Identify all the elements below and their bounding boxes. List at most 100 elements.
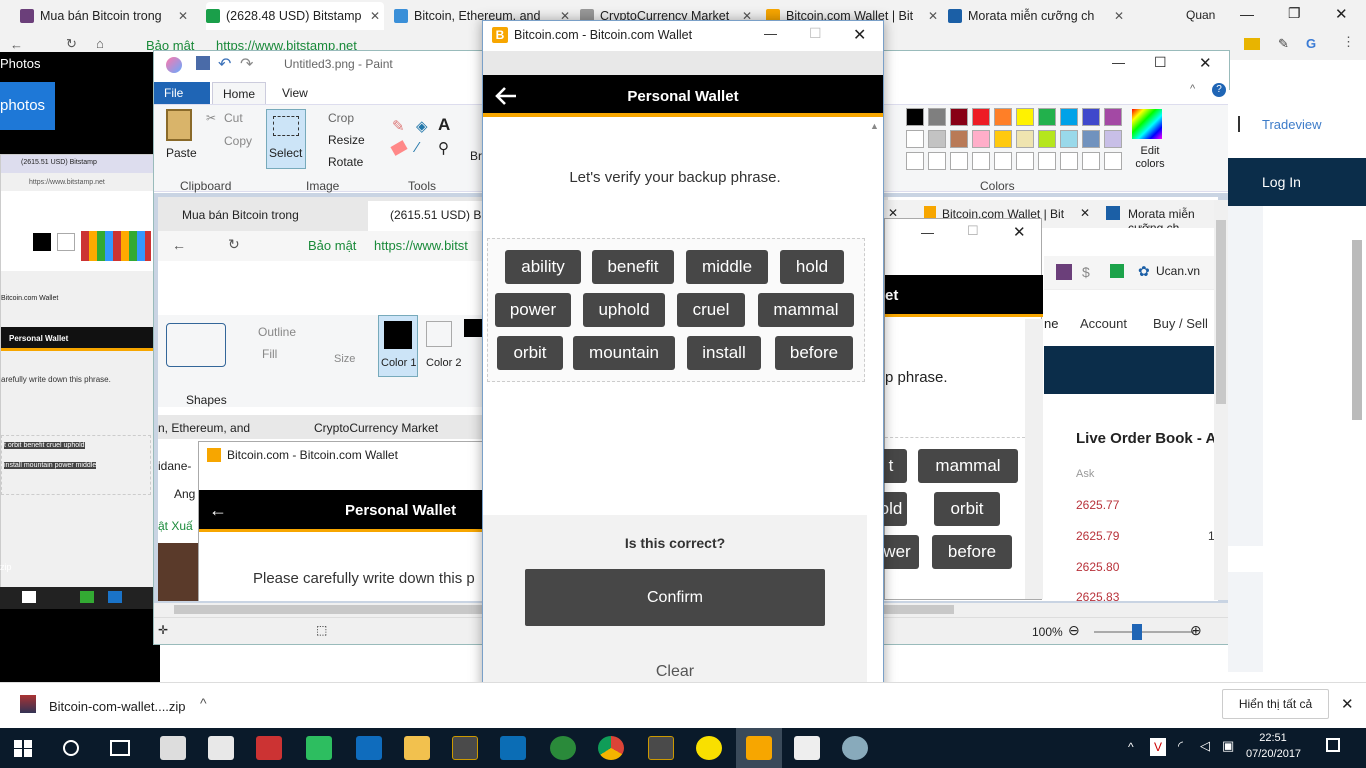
zoom-slider-thumb[interactable]	[1132, 624, 1142, 640]
color-swatch[interactable]	[906, 108, 924, 126]
translate-icon[interactable]: G	[1306, 36, 1316, 51]
close-tab-icon[interactable]: ✕	[178, 9, 188, 23]
color-swatch[interactable]	[972, 130, 990, 148]
bookmark-ucan[interactable]: Ucan.vn	[1156, 264, 1200, 278]
paste-label[interactable]: Paste	[166, 146, 197, 160]
clock-time[interactable]: 22:51	[1250, 732, 1296, 744]
minimize-icon[interactable]: —	[921, 225, 934, 240]
photos-button[interactable]: photos	[0, 82, 55, 130]
color-swatch[interactable]	[906, 152, 924, 170]
back-icon[interactable]: ←	[10, 37, 23, 52]
chevron-up-icon[interactable]: ^	[200, 695, 207, 711]
color-swatch[interactable]	[1038, 130, 1056, 148]
pencil-icon[interactable]: ✎	[392, 117, 405, 135]
kakaotalk-icon[interactable]	[696, 736, 722, 760]
cut-label[interactable]: Cut	[224, 111, 243, 125]
close-tab-icon[interactable]: ✕	[370, 9, 380, 23]
volume-icon[interactable]: ◁	[1200, 738, 1210, 754]
windows-start-icon[interactable]	[14, 740, 32, 757]
maximize-icon[interactable]: ☐	[967, 223, 979, 239]
color-swatch[interactable]	[972, 108, 990, 126]
menu-icon[interactable]: ⋮	[1342, 34, 1355, 50]
color-swatch[interactable]	[1060, 108, 1078, 126]
browser-tab-active[interactable]: (2628.48 USD) Bitstamp ✕	[206, 2, 384, 30]
chevron-up-icon[interactable]: ^	[1128, 740, 1134, 754]
edit-colors-icon[interactable]	[1132, 109, 1162, 139]
resize-label[interactable]: Resize	[328, 133, 365, 147]
close-icon[interactable]: ✕	[1335, 5, 1348, 23]
language-icon[interactable]: ▣	[1222, 738, 1234, 754]
mail-icon[interactable]	[208, 736, 234, 760]
zoom-out-icon[interactable]: ⊖	[1068, 622, 1080, 639]
bookmark-icon[interactable]	[1056, 264, 1072, 280]
word-chip[interactable]: benefit	[592, 250, 674, 284]
zoom-slider[interactable]	[1094, 631, 1194, 633]
eraser-icon[interactable]	[390, 140, 408, 156]
maximize-icon[interactable]: ☐	[809, 25, 822, 42]
color-swatch[interactable]	[1060, 152, 1078, 170]
minimize-icon[interactable]: —	[1112, 55, 1125, 70]
undo-icon[interactable]: ↶	[218, 54, 231, 74]
minimize-icon[interactable]: —	[764, 26, 777, 41]
color-swatch[interactable]	[1082, 152, 1100, 170]
text-icon[interactable]: A	[438, 115, 450, 135]
color-swatch[interactable]	[928, 130, 946, 148]
color-swatch[interactable]	[994, 152, 1012, 170]
word-chip[interactable]: ability	[505, 250, 581, 284]
word-chip[interactable]: mammal	[758, 293, 854, 327]
tab-home[interactable]: Home	[212, 82, 267, 104]
chrome-icon[interactable]	[598, 736, 624, 760]
calculator-icon[interactable]	[160, 736, 186, 760]
minimize-icon[interactable]: —	[1240, 6, 1254, 22]
word-chip[interactable]: cruel	[677, 293, 745, 327]
download-filename[interactable]: Bitcoin-com-wallet....zip	[49, 699, 186, 714]
evernote-icon[interactable]	[306, 736, 332, 760]
fill-icon[interactable]: ◈	[416, 117, 428, 135]
wallet-scrollbar[interactable]: ▲ ▼	[867, 121, 883, 727]
color-swatch[interactable]	[1038, 108, 1056, 126]
notifications-icon[interactable]	[1326, 738, 1340, 752]
color-swatch[interactable]	[906, 130, 924, 148]
close-icon[interactable]: ✕	[1341, 695, 1354, 713]
app-icon[interactable]	[550, 736, 576, 760]
color-swatch[interactable]	[1016, 130, 1034, 148]
close-tab-icon[interactable]: ✕	[1114, 9, 1124, 23]
bookmark-icon[interactable]: $	[1082, 264, 1090, 280]
redo-icon[interactable]: ↷	[240, 54, 253, 74]
scroll-up-icon[interactable]: ▲	[870, 121, 879, 131]
word-chip[interactable]: middle	[686, 250, 768, 284]
color-swatch[interactable]	[950, 130, 968, 148]
profile-name[interactable]: Quan	[1186, 8, 1215, 22]
close-tab-icon[interactable]: ✕	[928, 9, 938, 23]
reload-icon[interactable]: ↻	[66, 36, 77, 52]
color-swatch[interactable]	[1060, 130, 1078, 148]
color-swatch[interactable]	[950, 152, 968, 170]
maximize-icon[interactable]: ☐	[1154, 54, 1167, 71]
vscode-icon[interactable]	[500, 736, 526, 760]
clock-date[interactable]: 07/20/2017	[1246, 748, 1301, 760]
color-swatch[interactable]	[1038, 152, 1056, 170]
color-picker-icon[interactable]: ⁄	[416, 139, 419, 156]
eyedropper-icon[interactable]: ✎	[1278, 36, 1289, 52]
antivirus-icon[interactable]: V	[1150, 738, 1166, 756]
select-button[interactable]: Select	[266, 109, 306, 169]
close-icon[interactable]: ✕	[1199, 54, 1212, 72]
color-swatch[interactable]	[1104, 108, 1122, 126]
search-icon[interactable]	[63, 740, 79, 756]
word-chip[interactable]: orbit	[497, 336, 563, 370]
magnifier-icon[interactable]: ⚲	[438, 139, 449, 157]
color-swatch[interactable]	[1104, 130, 1122, 148]
color-swatch[interactable]	[1104, 152, 1122, 170]
close-tab-icon[interactable]: ✕	[1080, 206, 1090, 220]
color-swatch[interactable]	[972, 152, 990, 170]
browser-tab[interactable]: Mua bán Bitcoin trong ✕	[20, 2, 192, 30]
word-chip[interactable]: install	[687, 336, 761, 370]
nav-buy-sell[interactable]: Buy / Sell	[1153, 316, 1208, 331]
edit-colors-label[interactable]: Edit colors	[1128, 145, 1172, 171]
home-icon[interactable]: ⌂	[96, 36, 104, 51]
color-swatch[interactable]	[1016, 108, 1034, 126]
word-chip[interactable]: power	[495, 293, 571, 327]
cut-icon[interactable]: ✂	[206, 111, 216, 125]
paste-icon[interactable]	[166, 109, 192, 141]
bitcoin-wallet-icon[interactable]	[746, 736, 772, 760]
